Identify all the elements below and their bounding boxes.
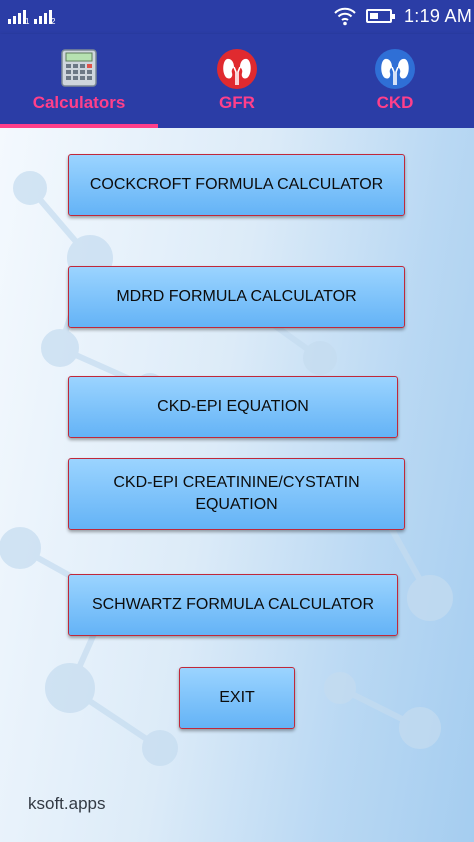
mdrd-formula-calculator-button[interactable]: MDRD FORMULA CALCULATOR: [68, 266, 405, 328]
status-time: 1:19 AM: [404, 6, 473, 26]
battery-icon: [366, 9, 395, 23]
calculator-icon: [61, 49, 97, 87]
tab-label: GFR: [219, 93, 255, 112]
ckd-epi-creatinine-cystatin-equation-button[interactable]: CKD-EPI CREATININE/CYSTATIN EQUATION: [68, 458, 405, 530]
signal-strength-sim2-icon: [34, 8, 52, 24]
status-bar: 1 2 1:19 AM: [0, 0, 474, 34]
tab-label: CKD: [376, 93, 414, 112]
footer-brand: ksoft.apps: [28, 794, 106, 813]
sim1-label: 1: [25, 17, 30, 26]
tab-gfr[interactable]: GFR: [158, 34, 316, 128]
signal-strength-sim1-icon: [8, 8, 26, 24]
tab-label: Calculators: [32, 93, 126, 112]
exit-button[interactable]: EXIT: [179, 667, 295, 729]
sim2-label: 2: [51, 17, 56, 26]
tab-bar: Calculators GFR CKD: [0, 34, 474, 128]
ckd-epi-equation-button[interactable]: CKD-EPI EQUATION: [68, 376, 398, 438]
kidney-blue-icon: [375, 49, 415, 89]
cockcroft-formula-calculator-button[interactable]: COCKCROFT FORMULA CALCULATOR: [68, 154, 405, 216]
tab-calculators[interactable]: Calculators: [0, 34, 158, 128]
tab-ckd[interactable]: CKD: [316, 34, 474, 128]
kidney-red-icon: [217, 49, 257, 89]
wifi-icon: [334, 7, 356, 26]
schwartz-formula-calculator-button[interactable]: SCHWARTZ FORMULA CALCULATOR: [68, 574, 398, 636]
